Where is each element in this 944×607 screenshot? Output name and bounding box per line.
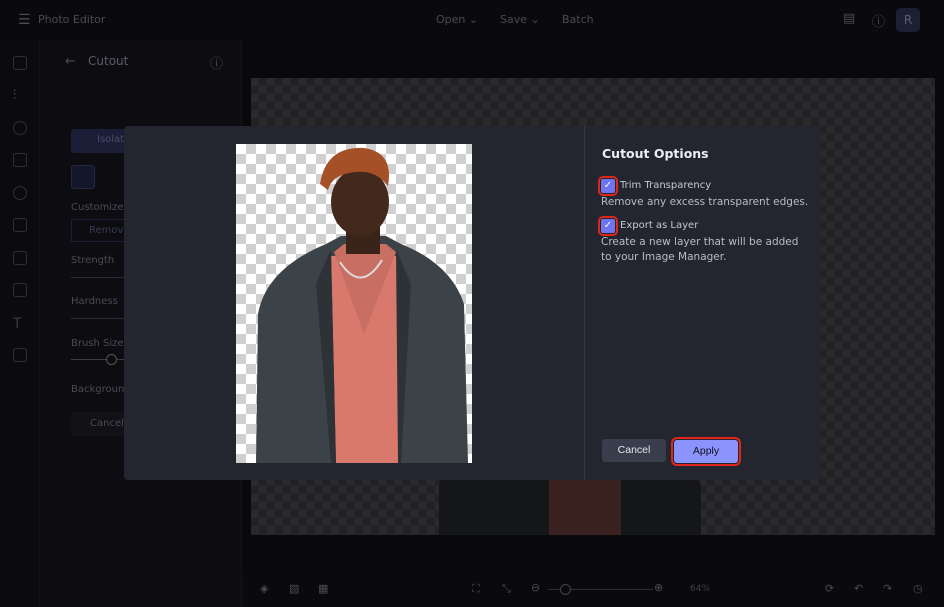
strength-slider[interactable] — [71, 277, 126, 278]
open-menu[interactable]: Open ⌄ — [436, 13, 478, 26]
adjust-icon[interactable]: ⫶ — [13, 88, 27, 103]
check-icon: ✓ — [603, 220, 613, 231]
cutout-options-dialog — [124, 126, 822, 480]
check-icon: ✓ — [603, 180, 613, 191]
hardness-slider[interactable] — [71, 318, 126, 319]
bottom-toolbar: ◈ ▧ ▦ ⛶ ⤡ ⊖ ⊕ 64% ⟳ ↶ ↷ ◷ — [242, 572, 944, 607]
zoom-out-icon[interactable]: ⊖ — [531, 581, 540, 594]
trim-transparency-label[interactable]: Trim Transparency — [620, 180, 711, 191]
overlay-icon[interactable] — [13, 348, 27, 362]
top-bar: ☰ Photo Editor Open ⌄ Save ⌄ Batch ▤ ⓘ R — [0, 0, 944, 40]
dialog-title: Cutout Options — [602, 146, 709, 161]
compare-icon[interactable]: ▧ — [289, 582, 299, 595]
grid-icon[interactable]: ▦ — [318, 582, 328, 595]
hardness-label: Hardness — [71, 296, 118, 307]
canvas-shirt — [549, 478, 621, 535]
textures-icon[interactable] — [13, 283, 27, 297]
trim-transparency-description: Remove any excess transparent edges. — [601, 196, 809, 208]
graphics-icon[interactable] — [13, 251, 27, 265]
paint-icon[interactable] — [13, 186, 27, 200]
zoom-in-icon[interactable]: ⊕ — [654, 581, 663, 594]
fit-icon[interactable]: ⛶ — [472, 582, 480, 596]
reset-icon[interactable]: ⟳ — [825, 582, 834, 595]
effects-icon[interactable] — [13, 121, 27, 135]
image-icon[interactable] — [13, 56, 27, 70]
comments-icon[interactable]: ▤ — [843, 11, 855, 26]
text-icon[interactable]: T — [13, 316, 27, 332]
zoom-level[interactable]: 64% — [690, 584, 710, 594]
menu-icon[interactable]: ☰ — [18, 12, 31, 28]
tool-rail: ⫶ T — [0, 40, 40, 607]
export-as-layer-label[interactable]: Export as Layer — [620, 220, 698, 231]
isolate-tab[interactable]: Isolat — [71, 129, 131, 153]
panel-cancel-button[interactable]: Cancel — [71, 412, 131, 436]
frames-icon[interactable] — [13, 218, 27, 232]
cutout-preview — [236, 144, 472, 463]
redo-icon[interactable]: ↷ — [883, 582, 892, 595]
brush-size-handle[interactable] — [106, 354, 117, 365]
avatar[interactable]: R — [896, 8, 920, 32]
zoom-handle[interactable] — [560, 584, 571, 595]
app-title: Photo Editor — [38, 13, 106, 26]
remove-button[interactable]: Removi — [71, 219, 131, 242]
layers-icon[interactable]: ◈ — [260, 582, 268, 595]
batch-button[interactable]: Batch — [562, 13, 594, 26]
background-label: Background — [71, 384, 131, 395]
brush-tool[interactable] — [71, 165, 95, 189]
cancel-button[interactable]: Cancel — [602, 439, 666, 462]
strength-label: Strength — [71, 255, 115, 266]
brush-size-label: Brush Size — [71, 338, 124, 349]
info-icon[interactable]: ⓘ — [210, 53, 223, 72]
touchup-icon[interactable] — [13, 153, 27, 167]
history-icon[interactable]: ◷ — [913, 582, 923, 595]
back-icon[interactable]: ← — [65, 54, 76, 69]
undo-icon[interactable]: ↶ — [854, 582, 863, 595]
trim-transparency-checkbox[interactable]: ✓ — [598, 176, 618, 196]
apply-button[interactable]: Apply — [671, 437, 741, 466]
help-icon[interactable]: ⓘ — [872, 11, 885, 30]
save-menu[interactable]: Save ⌄ — [500, 13, 540, 26]
customize-label: Customize — [71, 202, 124, 213]
export-as-layer-description: Create a new layer that will be added to… — [601, 236, 799, 263]
dialog-divider — [584, 126, 585, 480]
panel-title: Cutout — [88, 54, 129, 68]
subject-image — [256, 147, 468, 463]
export-as-layer-checkbox[interactable]: ✓ — [598, 216, 618, 236]
brush-size-slider[interactable] — [71, 359, 126, 360]
actual-size-icon[interactable]: ⤡ — [502, 582, 511, 596]
